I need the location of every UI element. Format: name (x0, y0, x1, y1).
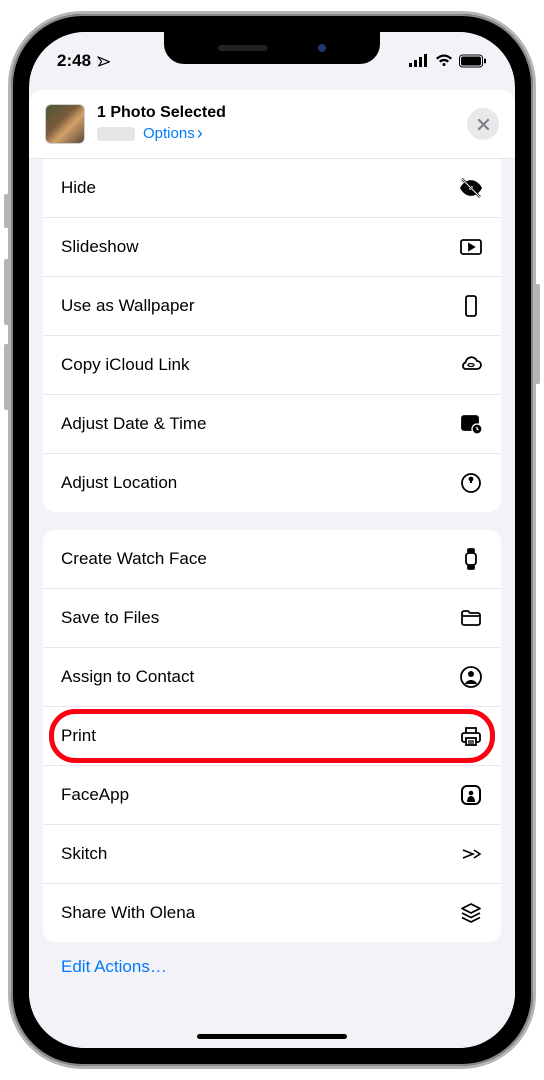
share-sheet: 1 Photo Selected Options › Hide (29, 90, 515, 1048)
map-pin-icon (457, 469, 485, 497)
watch-face-row[interactable]: Create Watch Face (43, 530, 501, 588)
notch (164, 32, 380, 64)
signal-icon (409, 54, 429, 68)
chevron-right-icon: › (197, 123, 203, 144)
blurred-text (97, 127, 135, 141)
home-indicator[interactable] (197, 1034, 347, 1039)
print-row[interactable]: Print (43, 706, 501, 765)
wifi-icon (435, 54, 453, 68)
printer-icon (457, 722, 485, 750)
share-olena-row[interactable]: Share With Olena (43, 883, 501, 942)
assign-contact-row[interactable]: Assign to Contact (43, 647, 501, 706)
phone-frame: 2:48 1 Photo Selected Options › (8, 11, 536, 1069)
adjust-date-row[interactable]: Adjust Date & Time (43, 394, 501, 453)
calendar-clock-icon (457, 410, 485, 438)
cloud-link-icon (457, 351, 485, 379)
photo-thumbnail[interactable] (45, 104, 85, 144)
action-group-1: Hide Slideshow Use as Wallpaper (43, 159, 501, 512)
hide-row[interactable]: Hide (43, 159, 501, 217)
folder-icon (457, 604, 485, 632)
location-arrow-icon (92, 51, 112, 71)
stack-icon (457, 899, 485, 927)
close-icon (477, 118, 490, 131)
faceapp-row[interactable]: FaceApp (43, 765, 501, 824)
sheet-title: 1 Photo Selected (97, 104, 467, 122)
faceapp-icon (457, 781, 485, 809)
options-link[interactable]: Options › (97, 123, 467, 144)
close-button[interactable] (467, 108, 499, 140)
status-icons (409, 54, 487, 68)
adjust-location-row[interactable]: Adjust Location (43, 453, 501, 512)
skitch-icon (457, 840, 485, 868)
eye-slash-icon (457, 174, 485, 202)
wallpaper-row[interactable]: Use as Wallpaper (43, 276, 501, 335)
battery-icon (459, 54, 487, 68)
play-rect-icon (457, 233, 485, 261)
slideshow-row[interactable]: Slideshow (43, 217, 501, 276)
screen: 2:48 1 Photo Selected Options › (29, 32, 515, 1048)
edit-actions-link[interactable]: Edit Actions… (43, 942, 501, 992)
icloud-link-row[interactable]: Copy iCloud Link (43, 335, 501, 394)
status-time: 2:48 (57, 51, 91, 71)
watch-icon (457, 545, 485, 573)
sheet-header: 1 Photo Selected Options › (29, 90, 515, 159)
phone-icon (457, 292, 485, 320)
sheet-body[interactable]: Hide Slideshow Use as Wallpaper (29, 159, 515, 1048)
person-circle-icon (457, 663, 485, 691)
action-group-2: Create Watch Face Save to Files Assign t… (43, 530, 501, 942)
skitch-row[interactable]: Skitch (43, 824, 501, 883)
save-files-row[interactable]: Save to Files (43, 588, 501, 647)
